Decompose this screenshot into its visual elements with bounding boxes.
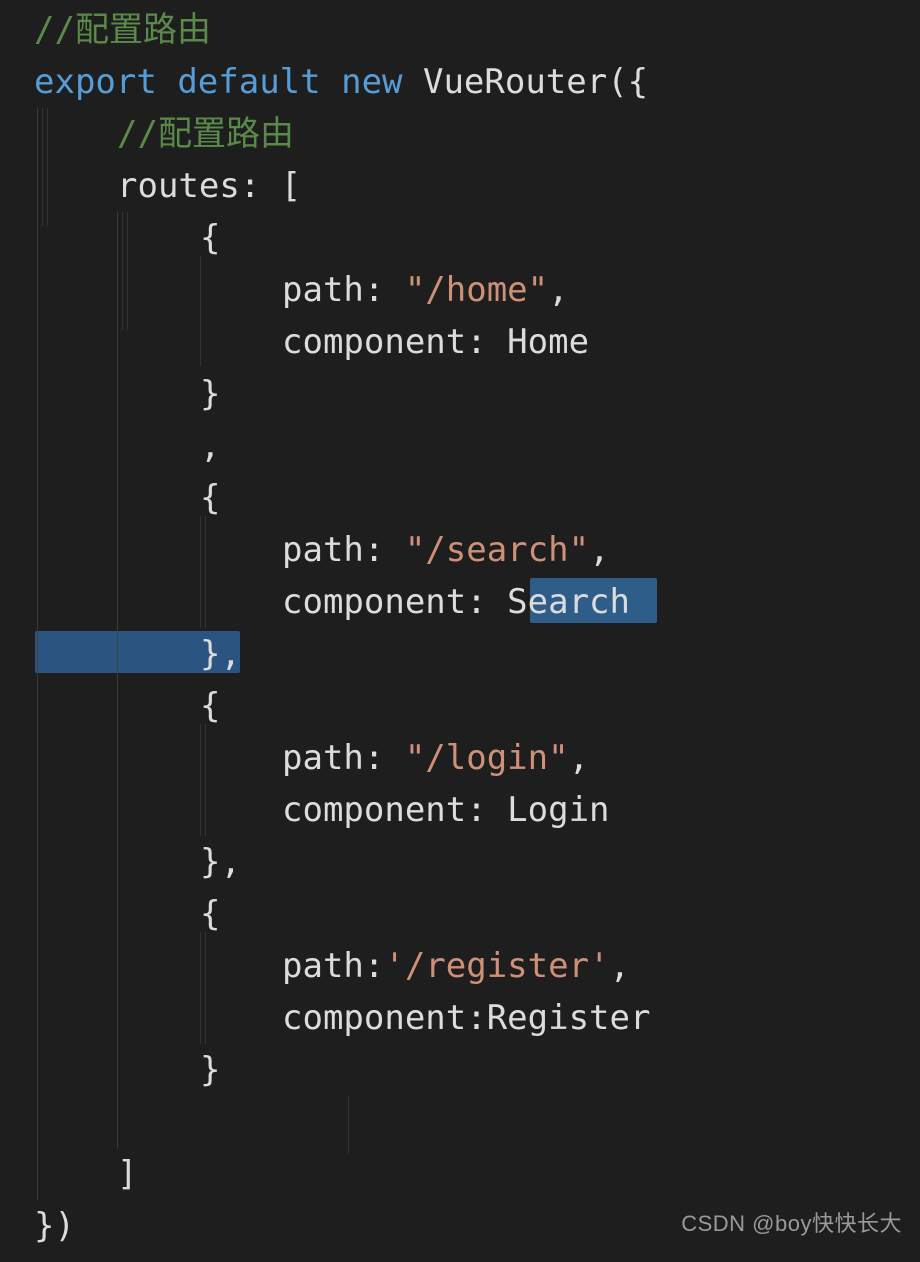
token-plain: , [568,738,590,778]
code-line[interactable]: path: "/login", [0,732,920,784]
code-line[interactable]: export default new VueRouter({ [0,56,920,108]
code-line[interactable]: path: "/search", [0,524,920,576]
token-keyword: new [341,62,403,102]
code-line[interactable]: }, [0,628,920,680]
token-plain: { [200,478,221,518]
code-line[interactable]: { [0,472,920,524]
code-line[interactable]: ] [0,1148,920,1200]
token-plain: , [548,270,569,310]
token-plain: path: [282,270,405,310]
code-line[interactable]: , [0,420,920,472]
token-plain: , [609,946,631,986]
token-keyword: export [34,62,157,102]
token-plain: component: Search [282,582,630,622]
token-plain: path: [282,530,405,570]
token-string: "/search" [404,530,590,570]
token-string: "/home" [404,270,549,310]
token-plain: }, [200,842,241,882]
code-line[interactable]: component:Register [0,992,920,1044]
code-editor-viewport[interactable]: //配置路由 export default new VueRouter({ //配置… [0,0,920,1262]
token-plain: routes: [ [117,166,302,206]
token-plain: component:Register [282,998,651,1038]
code-line[interactable] [0,1096,920,1148]
code-line[interactable]: } [0,368,920,420]
token-plain: { [200,894,221,934]
token-plain: component: Login [282,790,610,830]
token-string: "/login" [404,738,569,778]
code-line[interactable]: } [0,1044,920,1096]
token-plain: }, [200,634,241,674]
code-line[interactable]: component: Home [0,316,920,368]
code-line[interactable]: //配置路由 [0,4,920,56]
code-line[interactable]: path: "/home", [0,264,920,316]
code-line[interactable]: { [0,888,920,940]
token-plain: { [200,218,221,258]
token-plain: ] [117,1154,138,1194]
token-plain: VueRouter({ [402,62,649,102]
csdn-watermark: CSDN @boy快快长大 [681,1211,902,1236]
token-plain: path: [282,738,405,778]
code-line[interactable]: component: Login [0,784,920,836]
token-plain: path: [282,946,385,986]
token-plain: { [200,686,221,726]
token-comment: //配置路由 [117,114,294,154]
code-line[interactable]: }, [0,836,920,888]
code-line[interactable]: { [0,680,920,732]
token-plain: } [200,374,221,414]
token-plain: , [589,530,610,570]
code-line[interactable]: path:'/register', [0,940,920,992]
token-plain: component: Home [282,322,590,362]
code-content[interactable]: //配置路由 export default new VueRouter({ //配置… [0,0,920,1262]
token-comment: //配置路由 [34,10,211,50]
code-line[interactable]: //配置路由 [0,108,920,160]
code-line[interactable]: routes: [ [0,160,920,212]
code-line[interactable]: component: Search [0,576,920,628]
token-plain: , [200,426,221,466]
token-keyword: default [177,62,321,102]
token-plain: } [200,1050,221,1090]
token-plain: }) [34,1206,75,1246]
token-string: '/register' [384,946,610,986]
code-line[interactable]: { [0,212,920,264]
